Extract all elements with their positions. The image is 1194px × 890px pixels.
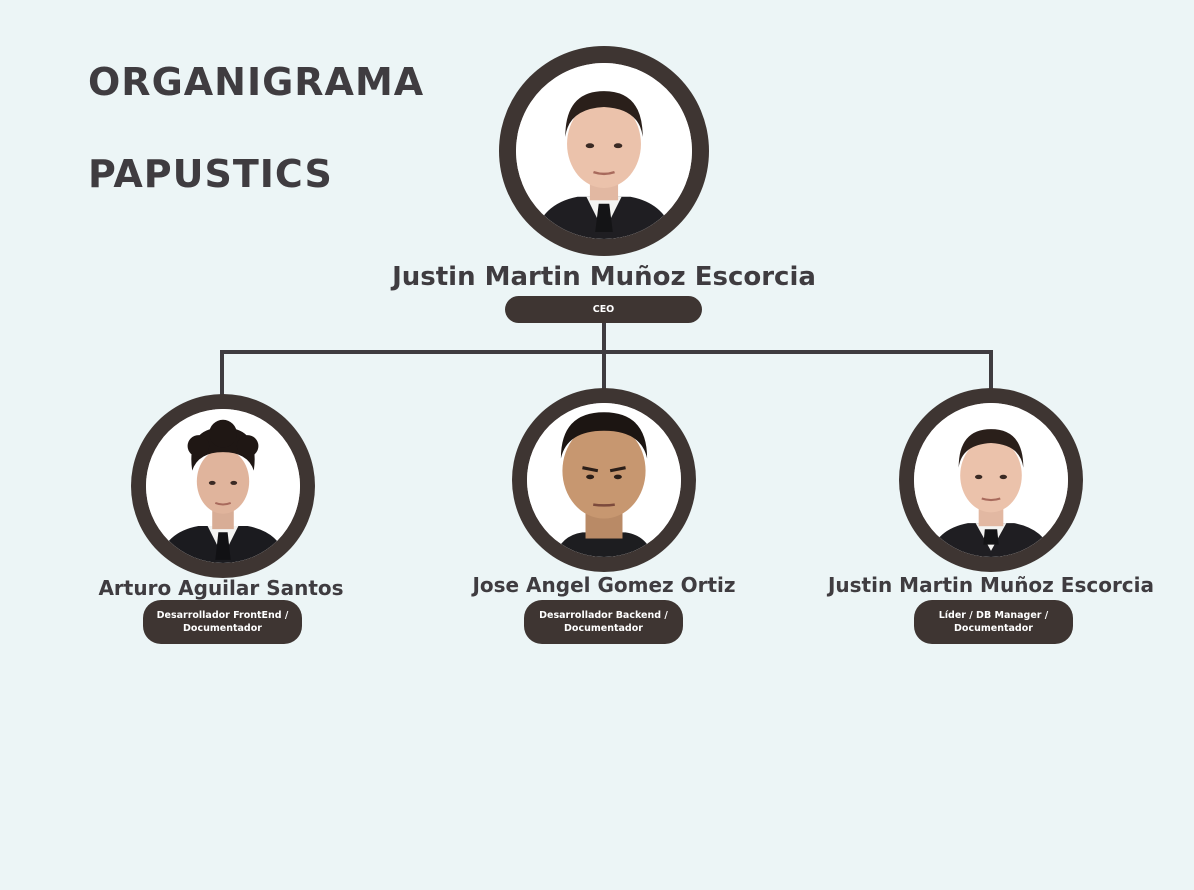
root-role: CEO [592,304,615,315]
member-role-line1: Desarrollador Backend / [539,610,668,621]
member-role-badge: Líder / DB Manager / Documentador [914,600,1073,644]
root-role-badge: CEO [505,296,702,323]
member-name: Justin Martin Muñoz Escorcia [827,573,1155,597]
photo-frame [899,388,1083,572]
member-role-line2: Documentador [183,623,262,634]
member-role-line2: Documentador [954,623,1033,634]
portrait-photo [527,403,681,557]
member-role-line1: Líder / DB Manager / [938,610,1049,621]
portrait-photo [914,403,1068,557]
portrait-photo [146,409,300,563]
member-name: Jose Angel Gomez Ortiz [472,573,736,597]
member-role-line2: Documentador [564,623,643,634]
root-name: Justin Martin Muñoz Escorcia [392,262,816,292]
photo-frame [512,388,696,572]
member-role-badge: Desarrollador Backend / Documentador [524,600,683,644]
photo-frame [499,46,709,256]
member-role-line1: Desarrollador FrontEnd / [156,610,289,621]
member-name: Arturo Aguilar Santos [98,576,344,600]
photo-frame [131,394,315,578]
portrait-photo [516,63,692,239]
member-role-badge: Desarrollador FrontEnd / Documentador [143,600,302,644]
